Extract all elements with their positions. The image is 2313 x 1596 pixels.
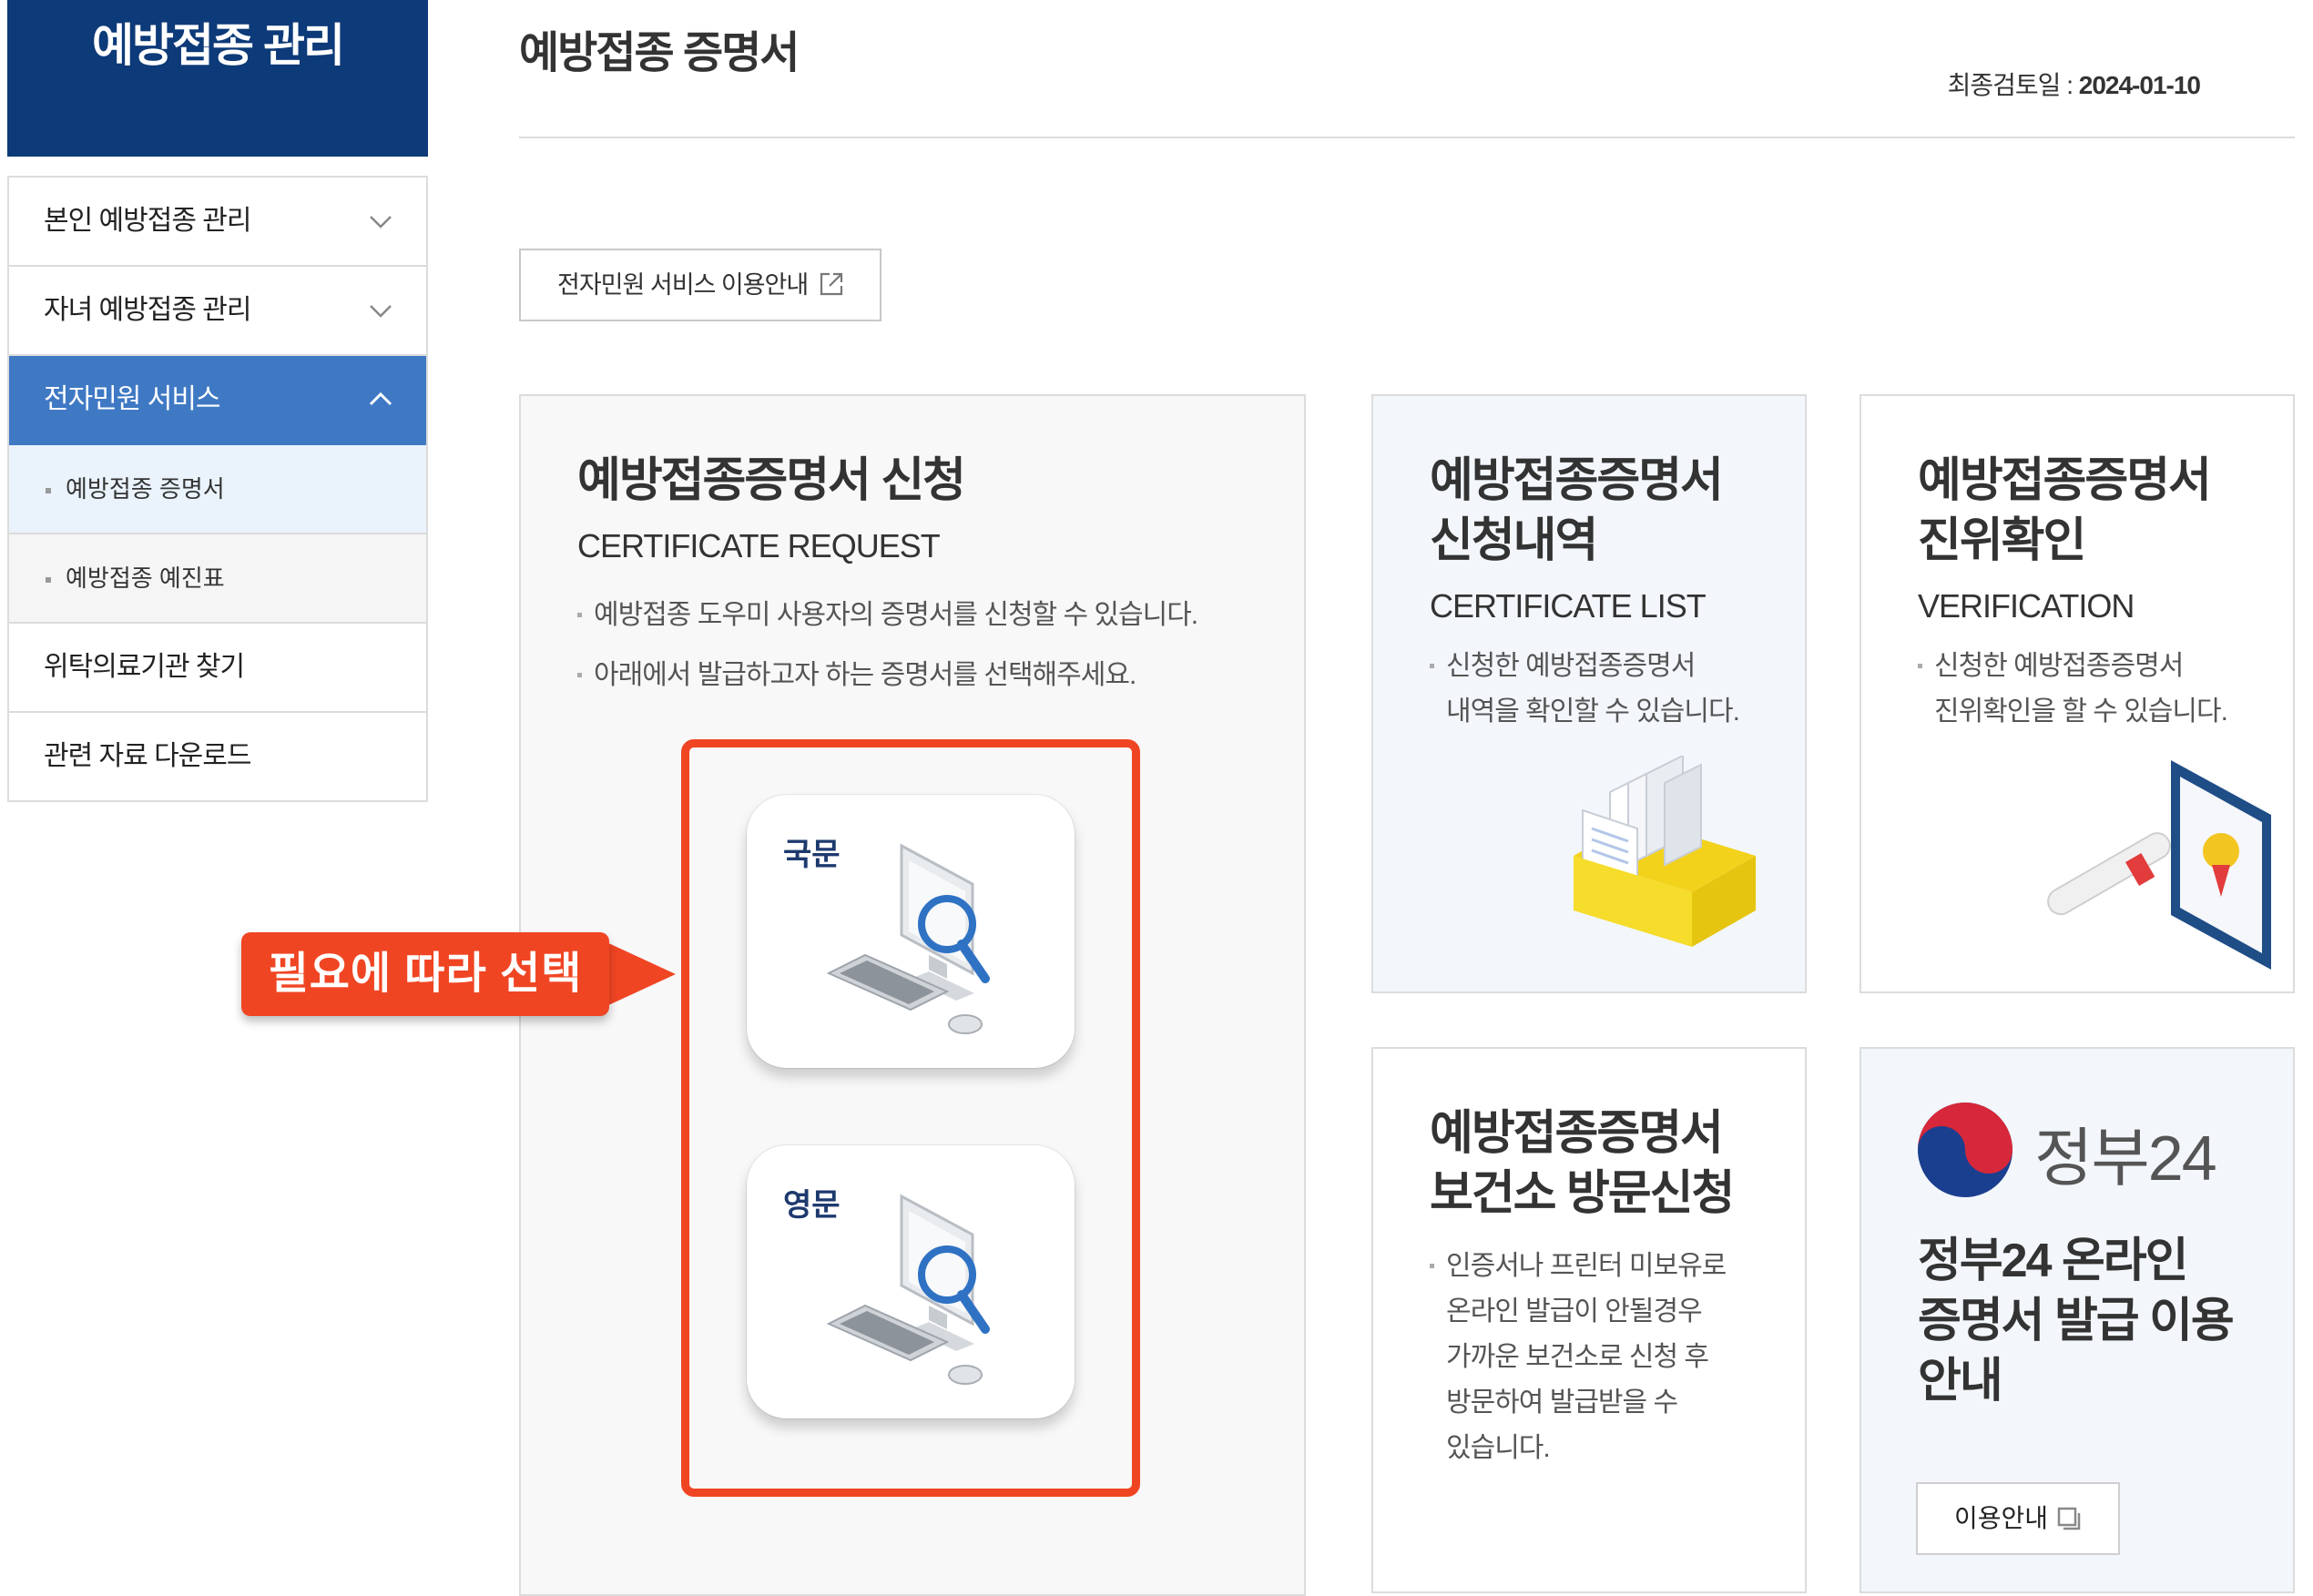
card-description-line: 신청한 예방접종증명서: [1446, 651, 1696, 681]
card-title-line1: 예방접종증명서: [1918, 454, 2212, 507]
card-description-line: 온라인 발급이 안될경우: [1446, 1296, 1703, 1327]
card-title: 예방접종증명서 신청: [577, 454, 966, 507]
chevron-down-icon: [370, 216, 392, 229]
card-description: 신청한 예방접종증명서 진위확인을 할 수 있습니다.: [1918, 644, 2282, 735]
chevron-down-icon: [370, 305, 392, 318]
certificate-verify-icon: [2047, 760, 2271, 970]
sidebar-subitem-certificate[interactable]: 예방접종 증명서: [9, 445, 426, 534]
card-subtitle: CERTIFICATE LIST: [1430, 587, 1707, 625]
sidebar-item-child-vaccination[interactable]: 자녀 예방접종 관리: [9, 267, 426, 356]
card-description-line: 인증서나 프린터 미보유로: [1446, 1251, 1727, 1281]
card-description-line: 방문하여 발급받을 수: [1446, 1388, 1678, 1418]
bullet-icon: [46, 488, 51, 494]
card-description: 아래에서 발급하고자 하는 증명서를 선택해주세요.: [577, 653, 1288, 698]
gov24-logo-text: 정부24: [2034, 1123, 2217, 1194]
card-title-line2: 신청내역: [1430, 514, 1598, 567]
sidebar-item-label: 관련 자료 다운로드: [44, 741, 251, 771]
card-title-line1: 예방접종증명서: [1430, 454, 1724, 507]
sidebar-item-find-clinic[interactable]: 위탁의료기관 찾기: [9, 624, 426, 713]
card-title-line1: 예방접종증명서: [1430, 1107, 1724, 1160]
file-box-icon: [1574, 756, 1756, 947]
sidebar-item-e-civil-service[interactable]: 전자민원 서비스: [9, 356, 426, 445]
visit-application-card[interactable]: 예방접종증명서 보건소 방문신청 인증서나 프린터 미보유로 온라인 발급이 안…: [1371, 1047, 1807, 1593]
card-description-line: 있습니다.: [1446, 1433, 1551, 1463]
sidebar-title: 예방접종 관리: [7, 0, 428, 157]
sidebar-menu: 본인 예방접종 관리 자녀 예방접종 관리 전자민원 서비스 예방접종 증명서 …: [7, 176, 428, 802]
card-description-line: 진위확인을 할 수 있습니다.: [1934, 696, 2228, 727]
bullet-icon: [46, 577, 51, 584]
card-description-line: 가까운 보건소로 신청 후: [1446, 1342, 1709, 1372]
card-title-line2: 보건소 방문신청: [1430, 1167, 1735, 1220]
taegeuk-logo-icon: [1918, 1103, 2012, 1197]
gov24-guide-button[interactable]: 이용안내: [1916, 1482, 2120, 1555]
card-description: 예방접종 도우미 사용자의 증명서를 신청할 수 있습니다.: [577, 593, 1288, 638]
external-link-icon: [820, 272, 843, 296]
gov24-logo: 정부24: [1912, 1100, 2277, 1200]
header-divider: [519, 137, 2295, 138]
card-title-line3: 안내: [1918, 1355, 2003, 1408]
gov24-guide-label: 이용안내: [1954, 1504, 2049, 1532]
sidebar-item-label: 위탁의료기관 찾기: [44, 652, 245, 682]
review-label: 최종검토일 :: [1947, 71, 2079, 99]
card-description-line: 내역을 확인할 수 있습니다.: [1446, 696, 1740, 727]
card-description: 인증서나 프린터 미보유로 온라인 발급이 안될경우 가까운 보건소로 신청 후…: [1430, 1244, 1794, 1471]
korean-certificate-button[interactable]: 국문: [747, 795, 1075, 1068]
new-window-icon: [2057, 1507, 2081, 1530]
computer-search-icon: [826, 1194, 990, 1385]
card-title-line2: 진위확인: [1918, 514, 2086, 567]
card-description: 신청한 예방접종증명서 내역을 확인할 수 있습니다.: [1430, 644, 1794, 735]
english-certificate-button[interactable]: 영문: [747, 1145, 1075, 1418]
card-title-line2: 증명서 발급 이용: [1918, 1295, 2235, 1347]
sidebar-subitem-label: 예방접종 증명서: [66, 475, 225, 503]
service-guide-button[interactable]: 전자민원 서비스 이용안내: [519, 249, 881, 321]
card-subtitle: CERTIFICATE REQUEST: [577, 527, 941, 564]
last-review-date: 최종검토일 : 2024-01-10: [1947, 66, 2201, 102]
page-title: 예방접종 증명서: [519, 29, 800, 77]
computer-search-icon: [826, 843, 990, 1034]
chevron-up-icon: [369, 391, 392, 406]
card-subtitle: VERIFICATION: [1918, 587, 2135, 625]
card-title-line1: 정부24 온라인: [1918, 1235, 2189, 1287]
card-description-line: 신청한 예방접종증명서: [1934, 651, 2184, 681]
service-guide-label: 전자민원 서비스 이용안내: [557, 271, 809, 299]
selection-callout: 필요에 따라 선택: [241, 932, 609, 1016]
sidebar-subitem-label: 예방접종 예진표: [66, 564, 225, 592]
sidebar-item-label: 자녀 예방접종 관리: [44, 295, 251, 325]
callout-arrow: [605, 941, 676, 1007]
verification-card[interactable]: 예방접종증명서 진위확인 VERIFICATION 신청한 예방접종증명서 진위…: [1860, 394, 2295, 993]
certificate-list-card[interactable]: 예방접종증명서 신청내역 CERTIFICATE LIST 신청한 예방접종증명…: [1371, 394, 1807, 993]
sidebar-subitem-prescreening[interactable]: 예방접종 예진표: [9, 534, 426, 624]
review-date-value: 2024-01-10: [2078, 71, 2201, 99]
sidebar-item-label: 전자민원 서비스: [44, 384, 221, 414]
sidebar-item-my-vaccination[interactable]: 본인 예방접종 관리: [9, 178, 426, 267]
sidebar-item-downloads[interactable]: 관련 자료 다운로드: [9, 713, 426, 802]
sidebar-item-label: 본인 예방접종 관리: [44, 206, 251, 236]
